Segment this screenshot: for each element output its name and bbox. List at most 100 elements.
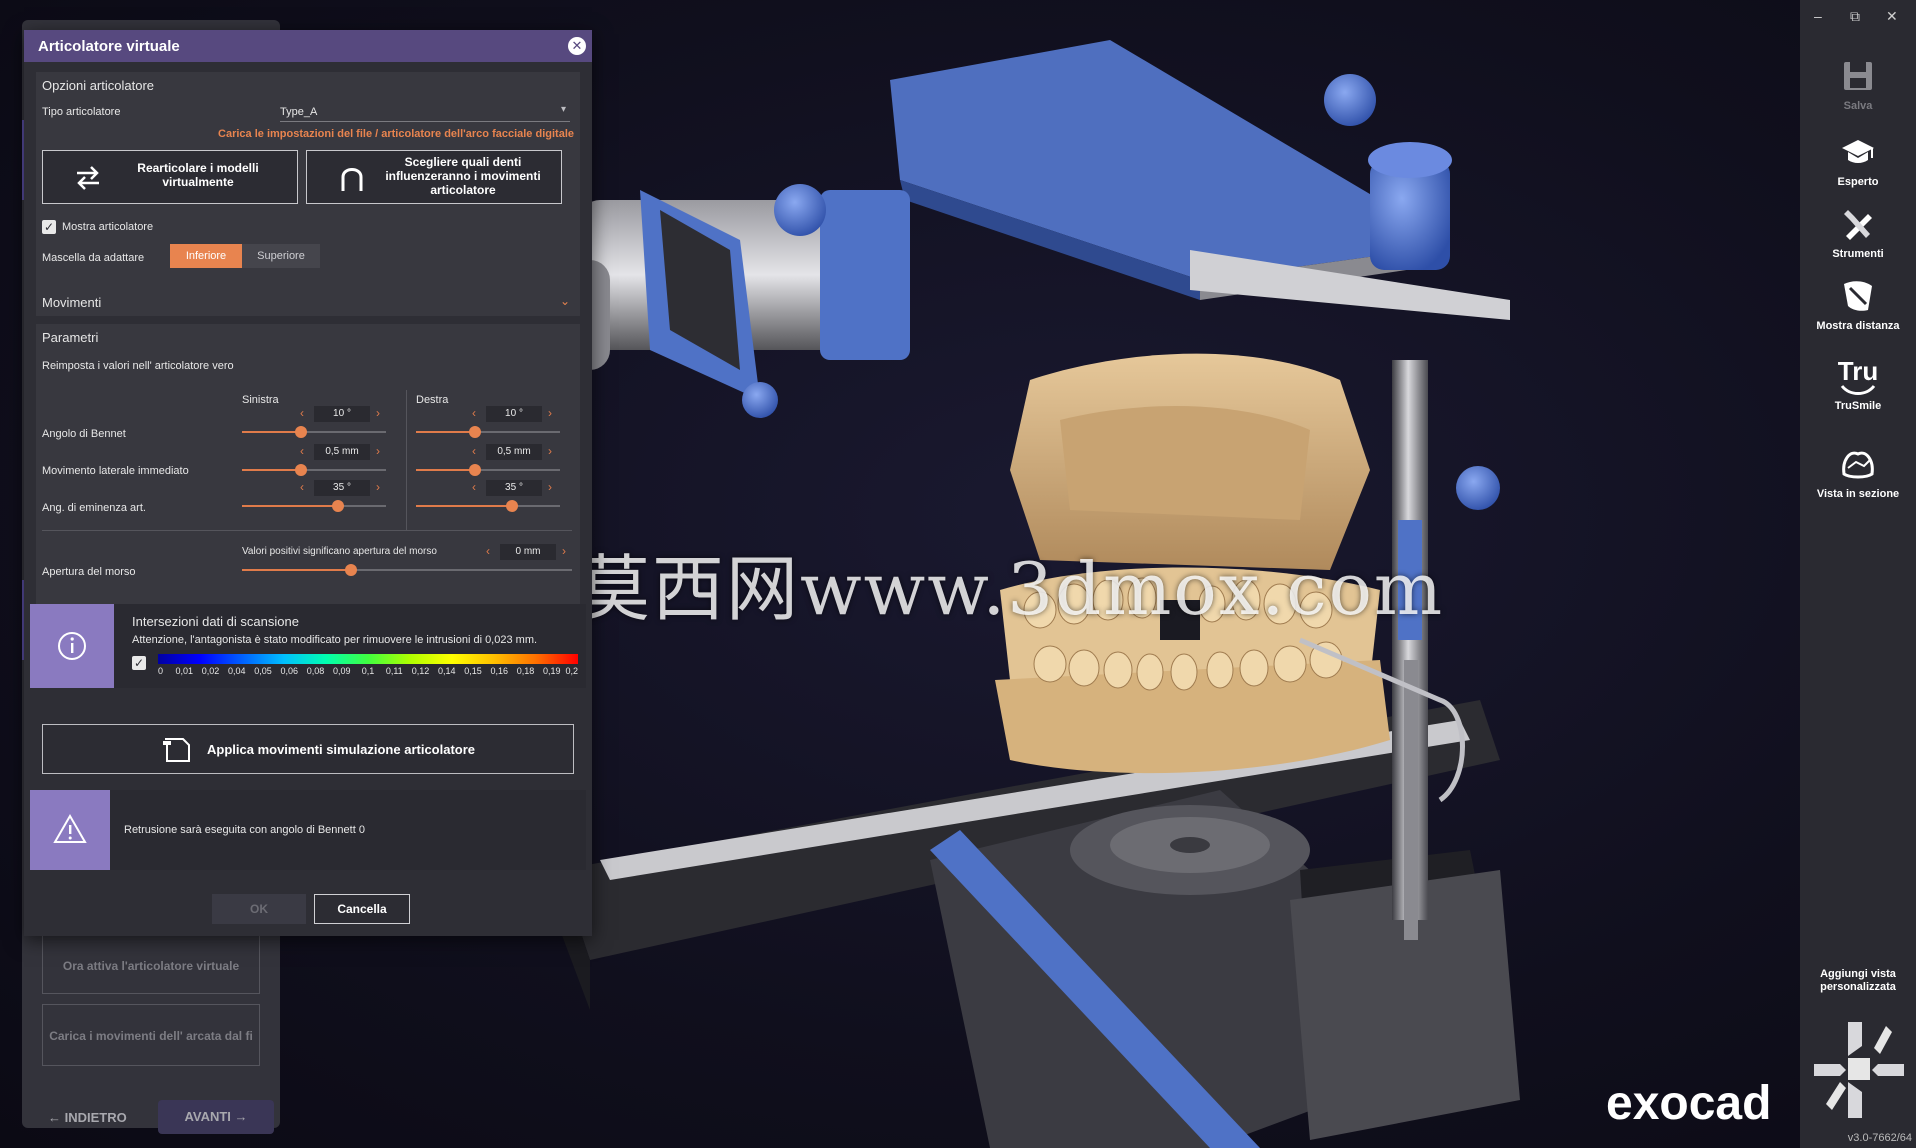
ok-button[interactable]: OK [212, 894, 306, 924]
decrement-icon[interactable]: ‹ [472, 444, 476, 458]
options-title: Opzioni articolatore [42, 78, 154, 93]
bennet-right-value[interactable]: 10 ° [486, 406, 542, 422]
increment-icon[interactable]: › [548, 406, 552, 420]
eminence-angle-label: Ang. di eminenza art. [42, 502, 146, 514]
toolbar-trusmile-label: TruSmile [1834, 400, 1882, 412]
decrement-icon[interactable]: ‹ [486, 544, 490, 558]
bennet-right-slider[interactable] [416, 426, 560, 438]
minimize-icon[interactable]: – [1814, 8, 1822, 24]
scale-tick-label: 0 [158, 666, 164, 676]
show-articulator-checkbox[interactable]: ✓ [42, 220, 56, 234]
eminence-left-stepper[interactable]: ‹ 35 ° › [300, 480, 384, 496]
scale-tick-label: 0,12 [411, 666, 430, 676]
increment-icon[interactable]: › [548, 480, 552, 494]
bite-slider[interactable] [242, 564, 572, 576]
scale-tick-label: 0,08 [306, 666, 325, 676]
articulator-icon [163, 738, 190, 762]
decrement-icon[interactable]: ‹ [300, 480, 304, 494]
right-toolbar: – ⧉ ✕ Salva Esperto Strumenti Mostra dis… [1800, 0, 1916, 1148]
lateral-right-value[interactable]: 0,5 mm [486, 444, 542, 460]
increment-icon[interactable]: › [376, 444, 380, 458]
scan-colormap-checkbox[interactable]: ✓ [132, 656, 146, 670]
load-settings-link[interactable]: Carica le impostazioni del file / artico… [218, 128, 574, 140]
section-view-icon [1842, 451, 1874, 479]
bite-value[interactable]: 0 mm [500, 544, 556, 560]
increment-icon[interactable]: › [376, 406, 380, 420]
lateral-right-slider[interactable] [416, 464, 560, 476]
exocad-logo: exocad [1606, 1077, 1772, 1130]
articulator-type-label: Tipo articolatore [42, 106, 121, 118]
jaw-upper-toggle[interactable]: Superiore [242, 244, 320, 268]
lateral-right-stepper[interactable]: ‹ 0,5 mm › [472, 444, 556, 460]
eminence-right-slider[interactable] [416, 500, 560, 512]
decrement-icon[interactable]: ‹ [300, 406, 304, 420]
graduation-cap-icon [1842, 140, 1874, 163]
lateral-left-stepper[interactable]: ‹ 0,5 mm › [300, 444, 384, 460]
increment-icon[interactable]: › [376, 480, 380, 494]
choose-teeth-button[interactable]: Scegliere quali denti influenzeranno i m… [306, 150, 562, 204]
parameters-section: Parametri Reimposta i valori nell' artic… [36, 324, 580, 610]
close-window-icon[interactable]: ✕ [1886, 8, 1898, 25]
toolbar-tools-button[interactable]: Strumenti [1800, 204, 1916, 261]
eminence-left-slider[interactable] [242, 500, 386, 512]
lateral-left-slider[interactable] [242, 464, 386, 476]
rearticulate-button[interactable]: Rearticolare i modelli virtualmente [42, 150, 298, 204]
toolbar-expert-button[interactable]: Esperto [1800, 132, 1916, 189]
scale-tick-label: 0,04 [227, 666, 246, 676]
movements-section[interactable]: Movimenti ⌄ [36, 288, 580, 316]
decrement-icon[interactable]: ‹ [472, 406, 476, 420]
bennet-right-stepper[interactable]: ‹ 10 ° › [472, 406, 556, 422]
bennet-left-stepper[interactable]: ‹ 10 ° › [300, 406, 384, 422]
bite-stepper[interactable]: ‹ 0 mm › [486, 544, 570, 560]
dialog-title: Articolatore virtuale [38, 38, 180, 55]
parameters-title: Parametri [42, 330, 99, 345]
bennet-left-slider[interactable] [242, 426, 386, 438]
cancel-button[interactable]: Cancella [314, 894, 410, 924]
bennet-left-value[interactable]: 10 ° [314, 406, 370, 422]
toolbar-trusmile-button[interactable]: Tru TruSmile [1800, 356, 1916, 413]
add-custom-view-button[interactable]: Aggiungi vista personalizzata [1800, 968, 1916, 994]
restore-icon[interactable]: ⧉ [1850, 8, 1860, 25]
lateral-left-value[interactable]: 0,5 mm [314, 444, 370, 460]
decrement-icon[interactable]: ‹ [300, 444, 304, 458]
toolbar-save-button[interactable]: Salva [1800, 56, 1916, 113]
activate-articulator-button[interactable]: Ora attiva l'articolatore virtuale [42, 932, 260, 994]
jaw-lower-toggle[interactable]: Inferiore [170, 244, 242, 268]
scale-tick-label: 0,19 [542, 666, 561, 676]
scan-intersections-panel: Intersezioni dati di scansione Attenzion… [30, 604, 586, 688]
apply-simulation-button[interactable]: Applica movimenti simulazione articolato… [42, 724, 574, 774]
reset-values-link[interactable]: Reimposta i valori nell' articolatore ve… [42, 360, 234, 372]
jaw-label: Mascella da adattare [42, 252, 145, 264]
articulator-type-select[interactable]: Type_A ▾ [280, 102, 570, 122]
toolbar-distance-button[interactable]: Mostra distanza [1800, 276, 1916, 333]
distance-icon [1844, 281, 1872, 311]
next-button[interactable]: AVANTI → [158, 1100, 274, 1134]
eminence-left-value[interactable]: 35 ° [314, 480, 370, 496]
increment-icon[interactable]: › [548, 444, 552, 458]
close-icon[interactable]: ✕ [568, 37, 586, 55]
warning-icon [53, 813, 87, 843]
chevron-down-icon: ⌄ [559, 294, 570, 308]
back-button[interactable]: ← INDIETRO [48, 1110, 127, 1125]
show-articulator-label: Mostra articolatore [62, 221, 154, 233]
eminence-right-value[interactable]: 35 ° [486, 480, 542, 496]
decrement-icon[interactable]: ‹ [472, 480, 476, 494]
toolbar-distance-label: Mostra distanza [1816, 320, 1900, 332]
toolbar-save-label: Salva [1843, 100, 1873, 112]
watermark: 莫西网www.3dmox.com [578, 547, 1445, 631]
warning-panel: Retrusione sarà eseguita con angolo di B… [30, 790, 586, 870]
bite-divider [42, 530, 572, 531]
bite-hint-label: Valori positivi significano apertura del… [242, 546, 437, 557]
articulator-type-value: Type_A [280, 106, 318, 118]
scale-tick-label: 0,01 [175, 666, 194, 676]
load-movements-button[interactable]: Carica i movimenti dell' arcata dal fi [42, 1004, 260, 1066]
eminence-right-stepper[interactable]: ‹ 35 ° › [472, 480, 556, 496]
bite-opening-label: Apertura del morso [42, 566, 136, 578]
toolbar-expert-label: Esperto [1837, 176, 1879, 188]
choose-teeth-label: Scegliere quali denti influenzeranno i m… [385, 155, 541, 197]
toolbar-section-button[interactable]: Vista in sezione [1800, 444, 1916, 501]
increment-icon[interactable]: › [562, 544, 566, 558]
toolbar-tools-label: Strumenti [1832, 248, 1884, 260]
view-cube-icon[interactable] [1812, 1018, 1906, 1122]
scale-tick-label: 0,18 [516, 666, 535, 676]
